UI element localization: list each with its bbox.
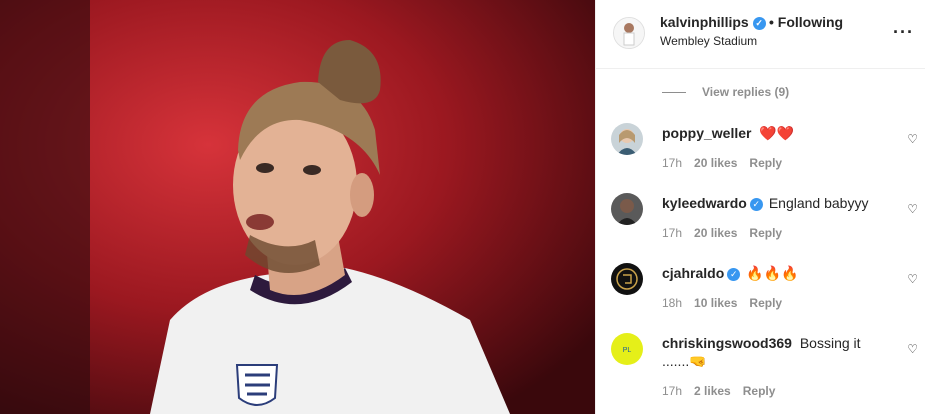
comment-likes[interactable]: 20 likes <box>694 156 737 170</box>
post-location[interactable]: Wembley Stadium <box>660 34 757 48</box>
author-avatar-image <box>614 18 644 48</box>
comment-text: kyleedwardo ✓ England babyyy <box>662 194 882 212</box>
comment-meta: 17h 20 likes Reply <box>662 156 794 170</box>
more-options-icon[interactable]: ··· <box>893 22 914 43</box>
author-username-text[interactable]: kalvinphillips <box>660 14 749 30</box>
commenter-avatar-image: PL <box>611 333 643 365</box>
comment-text: cjahraldo ✓ 🔥🔥🔥 <box>662 264 882 282</box>
view-replies-button[interactable]: View replies (9) <box>662 85 789 99</box>
comment-likes[interactable]: 10 likes <box>694 296 737 310</box>
comment-username[interactable]: chriskingswood369 <box>662 335 792 351</box>
comment-username[interactable]: kyleedwardo <box>662 195 747 211</box>
comment-body: ❤️❤️ <box>759 125 795 141</box>
comment-body: 🔥🔥🔥 <box>746 265 799 281</box>
comment-text: poppy_weller ❤️❤️ <box>662 124 882 142</box>
commenter-avatar-image <box>611 193 643 225</box>
commenter-avatar[interactable] <box>611 263 643 295</box>
commenter-avatar[interactable] <box>611 123 643 155</box>
reply-button[interactable]: Reply <box>749 296 782 310</box>
svg-text:PL: PL <box>623 347 632 354</box>
comment-username[interactable]: cjahraldo <box>662 265 724 281</box>
commenter-avatar[interactable] <box>611 193 643 225</box>
comment-meta: 17h 2 likes Reply <box>662 384 787 398</box>
commenter-avatar-image <box>611 123 643 155</box>
post-header: kalvinphillips ✓ • Following Wembley Stad… <box>596 0 925 69</box>
reply-button[interactable]: Reply <box>749 156 782 170</box>
comment-time[interactable]: 17h <box>662 384 682 398</box>
following-button[interactable]: • Following <box>769 14 843 30</box>
heart-icon[interactable]: ♡ <box>907 272 918 286</box>
verified-badge-icon: ✓ <box>752 16 766 30</box>
commenter-avatar-image <box>611 263 643 295</box>
commenter-avatar[interactable]: PL <box>611 333 643 365</box>
author-username[interactable]: kalvinphillips ✓ <box>660 14 766 30</box>
replies-divider <box>662 92 686 94</box>
heart-icon[interactable]: ♡ <box>907 132 918 146</box>
post-photo <box>0 0 595 414</box>
comment-username[interactable]: poppy_weller <box>662 125 751 141</box>
comment-meta: 17h 20 likes Reply <box>662 226 794 240</box>
reply-button[interactable]: Reply <box>749 226 782 240</box>
view-replies-label[interactable]: View replies (9) <box>702 85 789 99</box>
comment-time[interactable]: 17h <box>662 226 682 240</box>
verified-badge-icon: ✓ <box>727 267 741 281</box>
comments-panel: kalvinphillips ✓ • Following Wembley Stad… <box>595 0 925 414</box>
reply-button[interactable]: Reply <box>743 384 776 398</box>
comment-time[interactable]: 17h <box>662 156 682 170</box>
author-avatar[interactable] <box>613 17 645 49</box>
comment-meta: 18h 10 likes Reply <box>662 296 794 310</box>
comment-body: England babyyy <box>768 195 869 211</box>
verified-badge-icon: ✓ <box>749 197 763 211</box>
heart-icon[interactable]: ♡ <box>907 342 918 356</box>
heart-icon[interactable]: ♡ <box>907 202 918 216</box>
player-illustration <box>0 0 595 414</box>
comment-likes[interactable]: 2 likes <box>694 384 731 398</box>
comment-time[interactable]: 18h <box>662 296 682 310</box>
comment-likes[interactable]: 20 likes <box>694 226 737 240</box>
comment-text: chriskingswood369 Bossing it .......🤜 <box>662 334 882 370</box>
